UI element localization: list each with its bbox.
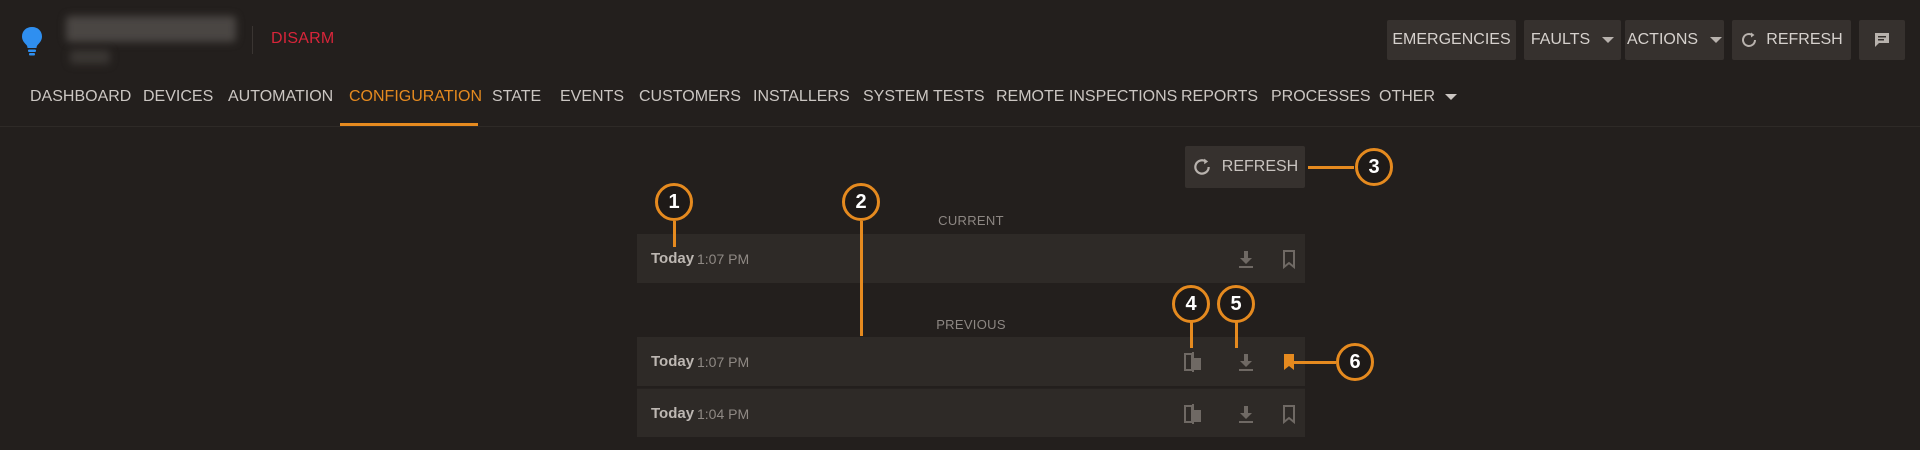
- faults-label: FAULTS: [1530, 31, 1591, 48]
- main-nav: DASHBOARD DEVICES AUTOMATION CONFIGURATI…: [0, 80, 1920, 125]
- callout-badge-4: 4: [1172, 285, 1210, 323]
- refresh-icon: [1742, 32, 1757, 47]
- row-time: 1:07 PM: [697, 354, 750, 370]
- tab-dashboard[interactable]: DASHBOARD: [30, 88, 131, 106]
- callout-badge-5: 5: [1217, 285, 1255, 323]
- list-item[interactable]: Today 1:04 PM: [637, 388, 1305, 437]
- tab-state[interactable]: STATE: [492, 88, 541, 106]
- site-subtitle-obscured: [70, 50, 110, 64]
- actions-button[interactable]: ACTIONS: [1625, 20, 1724, 60]
- previous-section-label: PREVIOUS: [936, 317, 1006, 332]
- callout-line-1: [673, 221, 676, 247]
- tab-devices[interactable]: DEVICES: [143, 88, 213, 106]
- tab-other[interactable]: OTHER: [1379, 88, 1458, 106]
- tab-automation[interactable]: AUTOMATION: [228, 88, 333, 106]
- header-divider: [252, 26, 253, 54]
- download-icon[interactable]: [1235, 351, 1257, 373]
- messages-button[interactable]: [1859, 20, 1905, 60]
- list-item[interactable]: Today 1:07 PM: [637, 337, 1305, 386]
- refresh-label: REFRESH: [1766, 31, 1843, 48]
- tab-configuration[interactable]: CONFIGURATION: [349, 88, 482, 106]
- site-name-obscured: [66, 16, 236, 42]
- refresh-button[interactable]: REFRESH: [1185, 146, 1305, 188]
- actions-label: ACTIONS: [1626, 31, 1699, 48]
- emergencies-label: EMERGENCIES: [1392, 31, 1511, 48]
- current-section-label: CURRENT: [938, 213, 1004, 228]
- row-day: Today: [651, 405, 695, 422]
- tab-reports[interactable]: REPORTS: [1181, 88, 1258, 106]
- callout-line-5: [1235, 322, 1238, 348]
- disarm-link[interactable]: DISARM: [271, 30, 334, 48]
- compare-icon[interactable]: [1182, 403, 1204, 425]
- callout-badge-6: 6: [1336, 343, 1374, 381]
- lightbulb-icon[interactable]: [20, 26, 44, 56]
- row-time: 1:07 PM: [697, 251, 750, 267]
- tab-remote-inspections[interactable]: REMOTE INSPECTIONS: [996, 88, 1177, 106]
- callout-line-3: [1308, 166, 1354, 169]
- compare-icon[interactable]: [1182, 351, 1204, 373]
- chat-icon: [1875, 33, 1889, 47]
- callout-line-4: [1190, 322, 1193, 348]
- row-day: Today: [651, 353, 695, 370]
- tab-events[interactable]: EVENTS: [560, 88, 624, 106]
- tab-customers[interactable]: CUSTOMERS: [639, 88, 741, 106]
- tab-other-label: OTHER: [1379, 88, 1435, 105]
- tab-installers[interactable]: INSTALLERS: [753, 88, 850, 106]
- download-icon[interactable]: [1235, 248, 1257, 270]
- download-icon[interactable]: [1235, 403, 1257, 425]
- callout-badge-3: 3: [1355, 148, 1393, 186]
- top-bar: DISARM EMERGENCIES FAULTS ACTIONS REFRES…: [0, 0, 1920, 80]
- callout-line-6: [1290, 361, 1336, 364]
- tab-system-tests[interactable]: SYSTEM TESTS: [863, 88, 985, 106]
- refresh-label: REFRESH: [1221, 158, 1299, 175]
- callout-badge-1: 1: [655, 183, 693, 221]
- refresh-button-top[interactable]: REFRESH: [1732, 20, 1851, 60]
- callout-badge-2: 2: [842, 183, 880, 221]
- row-time: 1:04 PM: [697, 406, 750, 422]
- bookmark-icon[interactable]: [1278, 248, 1300, 270]
- chevron-down-icon: [1710, 37, 1723, 43]
- row-day: Today: [651, 250, 695, 267]
- nav-divider: [0, 126, 1920, 127]
- emergencies-button[interactable]: EMERGENCIES: [1387, 20, 1516, 60]
- faults-button[interactable]: FAULTS: [1524, 20, 1621, 60]
- tab-processes[interactable]: PROCESSES: [1271, 88, 1371, 106]
- bookmark-icon[interactable]: [1278, 403, 1300, 425]
- chevron-down-icon: [1445, 93, 1458, 100]
- refresh-icon: [1194, 158, 1210, 175]
- list-item[interactable]: Today 1:07 PM: [637, 234, 1305, 283]
- callout-line-2: [860, 221, 863, 336]
- chevron-down-icon: [1602, 37, 1615, 43]
